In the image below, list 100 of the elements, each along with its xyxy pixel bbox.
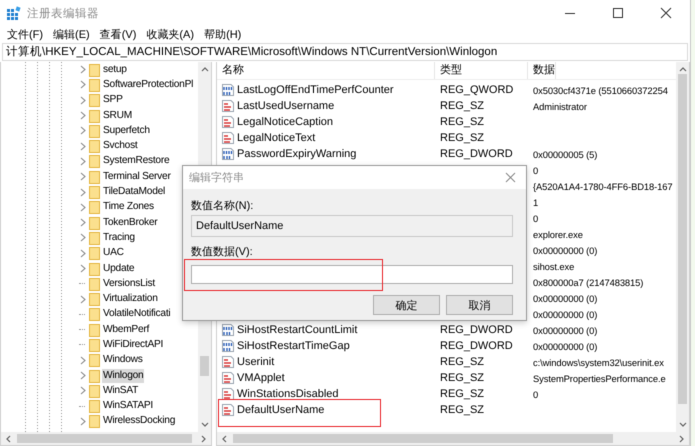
binary-value-icon bbox=[221, 83, 235, 97]
binary-value-icon bbox=[221, 147, 235, 161]
tree-item[interactable]: WbemPerf bbox=[102, 322, 150, 337]
value-type: REG_SZ bbox=[439, 132, 486, 144]
value-type: REG_SZ bbox=[439, 116, 486, 128]
tree-item[interactable]: SoftwareProtectionPl bbox=[102, 78, 194, 92]
tree-item[interactable]: TileDataModel bbox=[102, 185, 166, 200]
folder-icon bbox=[89, 124, 100, 138]
tree-item[interactable]: Superfetch bbox=[102, 124, 151, 138]
folder-icon bbox=[89, 93, 100, 108]
value-name[interactable]: VMApplet bbox=[237, 372, 285, 384]
tree-item[interactable]: Terminal Server bbox=[102, 170, 172, 184]
value-name[interactable]: DefaultUserName bbox=[237, 404, 324, 416]
scrollbar[interactable] bbox=[217, 432, 689, 445]
value-data: 0x00000000 (0) bbox=[532, 324, 598, 336]
tree-item[interactable]: SRUM bbox=[102, 108, 133, 123]
value-data: sihost.exe bbox=[532, 260, 574, 272]
value-name[interactable]: LastUsedUsername bbox=[237, 100, 334, 112]
string-value-icon bbox=[221, 387, 235, 401]
tree-item[interactable]: VolatileNotificati bbox=[102, 307, 172, 322]
folder-icon bbox=[89, 399, 100, 414]
tree-item[interactable]: VersionsList bbox=[102, 276, 156, 291]
string-value-icon bbox=[221, 371, 235, 385]
value-data: {A520A1A4-1780-4FF6-BD18-167 bbox=[532, 180, 672, 192]
scrollbar-thumb[interactable] bbox=[17, 434, 192, 443]
scrollbar-thumb[interactable] bbox=[200, 356, 209, 376]
menu-item[interactable]: 收藏夹(A) bbox=[143, 27, 202, 42]
tree-item[interactable]: UAC bbox=[102, 246, 125, 260]
tree-item[interactable]: TokenBroker bbox=[102, 216, 158, 230]
folder-icon bbox=[89, 216, 100, 230]
value-type: REG_SZ bbox=[439, 404, 486, 416]
maximize-icon[interactable] bbox=[612, 7, 624, 19]
folder-icon bbox=[89, 262, 100, 276]
cancel-button[interactable]: 取消 bbox=[446, 295, 513, 315]
binary-value-icon bbox=[221, 339, 235, 353]
input-field[interactable] bbox=[191, 265, 513, 284]
scrollbar-thumb[interactable] bbox=[233, 434, 613, 443]
tree-item[interactable]: Windows bbox=[102, 353, 144, 368]
tree-item[interactable]: Tracing bbox=[102, 230, 136, 245]
tree-item[interactable]: setup bbox=[102, 62, 128, 77]
value-data: 0x00000000 (0) bbox=[532, 308, 598, 320]
value-data: c:\windows\system32\userinit.ex bbox=[532, 356, 664, 368]
folder-icon bbox=[89, 322, 100, 337]
ok-button[interactable]: 确定 bbox=[373, 295, 440, 315]
tree-item[interactable]: WirelessDocking bbox=[102, 414, 176, 428]
value-name[interactable]: LegalNoticeText bbox=[237, 132, 316, 144]
tree-item[interactable]: Virtualization bbox=[102, 292, 159, 306]
value-data: 0x00000005 (5) bbox=[532, 148, 598, 160]
tree-item[interactable]: Time Zones bbox=[102, 200, 155, 214]
name-field[interactable]: DefaultUserName bbox=[191, 215, 513, 237]
tree-item[interactable]: SPP bbox=[102, 93, 124, 108]
scrollbar[interactable] bbox=[1, 432, 211, 445]
column-header[interactable]: 数据 bbox=[528, 62, 556, 79]
menu-item[interactable]: 帮助(H) bbox=[201, 27, 248, 42]
scrollbar[interactable] bbox=[676, 62, 689, 432]
value-type: REG_SZ bbox=[439, 372, 486, 384]
tree-item[interactable]: SystemRestore bbox=[102, 154, 170, 168]
folder-icon bbox=[89, 154, 100, 168]
folder-icon bbox=[89, 368, 100, 383]
value-type: REG_DWORD bbox=[439, 340, 514, 352]
value-name[interactable]: LastLogOffEndTimePerfCounter bbox=[237, 84, 394, 96]
value-name[interactable]: SiHostRestartCountLimit bbox=[237, 324, 358, 336]
address-bar[interactable]: 计算机\HKEY_LOCAL_MACHINE\SOFTWARE\Microsoft\Windows NT\CurrentVersion\Winlogon bbox=[2, 43, 688, 61]
folder-icon bbox=[89, 384, 100, 398]
tree-item[interactable]: Winlogon bbox=[102, 368, 144, 383]
menu-item[interactable]: 编辑(E) bbox=[50, 27, 97, 42]
folder-icon bbox=[89, 62, 100, 77]
string-value-icon bbox=[221, 131, 235, 145]
tree-item[interactable]: WinSAT bbox=[102, 384, 140, 398]
value-type: REG_DWORD bbox=[439, 148, 514, 160]
value-name[interactable]: LegalNoticeCaption bbox=[237, 116, 334, 128]
folder-icon bbox=[89, 353, 100, 368]
string-value-icon bbox=[221, 115, 235, 129]
value-type: REG_SZ bbox=[439, 356, 486, 368]
column-header[interactable]: 名称 bbox=[217, 62, 435, 79]
folder-icon bbox=[89, 276, 100, 291]
close-icon[interactable] bbox=[660, 7, 672, 19]
value-data: 0x00000000 (0) bbox=[532, 340, 598, 352]
value-name[interactable]: PasswordExpiryWarning bbox=[237, 148, 356, 160]
value-data: 1 bbox=[532, 196, 538, 208]
folder-icon bbox=[89, 292, 100, 306]
field-label: 数值名称(N): bbox=[191, 199, 254, 213]
scrollbar-thumb[interactable] bbox=[678, 74, 687, 404]
registry-icon bbox=[6, 6, 21, 20]
menu-item[interactable]: 文件(F) bbox=[4, 27, 50, 42]
tree-item[interactable]: Update bbox=[102, 262, 136, 276]
value-type: REG_SZ bbox=[439, 100, 486, 112]
tree-item[interactable]: WinSATAPI bbox=[102, 399, 154, 414]
value-name[interactable]: Userinit bbox=[237, 356, 274, 368]
binary-value-icon bbox=[221, 323, 235, 337]
value-name[interactable]: SiHostRestartTimeGap bbox=[237, 340, 350, 352]
folder-icon bbox=[89, 230, 100, 245]
menu-item[interactable]: 查看(V) bbox=[96, 27, 144, 42]
value-type: REG_DWORD bbox=[439, 324, 514, 336]
scroll-right-icon bbox=[199, 434, 208, 444]
value-name[interactable]: WinStationsDisabled bbox=[237, 388, 338, 400]
column-header[interactable]: 类型 bbox=[435, 62, 528, 79]
scroll-left-icon bbox=[220, 434, 229, 444]
tree-item[interactable]: WiFiDirectAPI bbox=[102, 338, 164, 352]
tree-item[interactable]: Svchost bbox=[102, 139, 138, 154]
